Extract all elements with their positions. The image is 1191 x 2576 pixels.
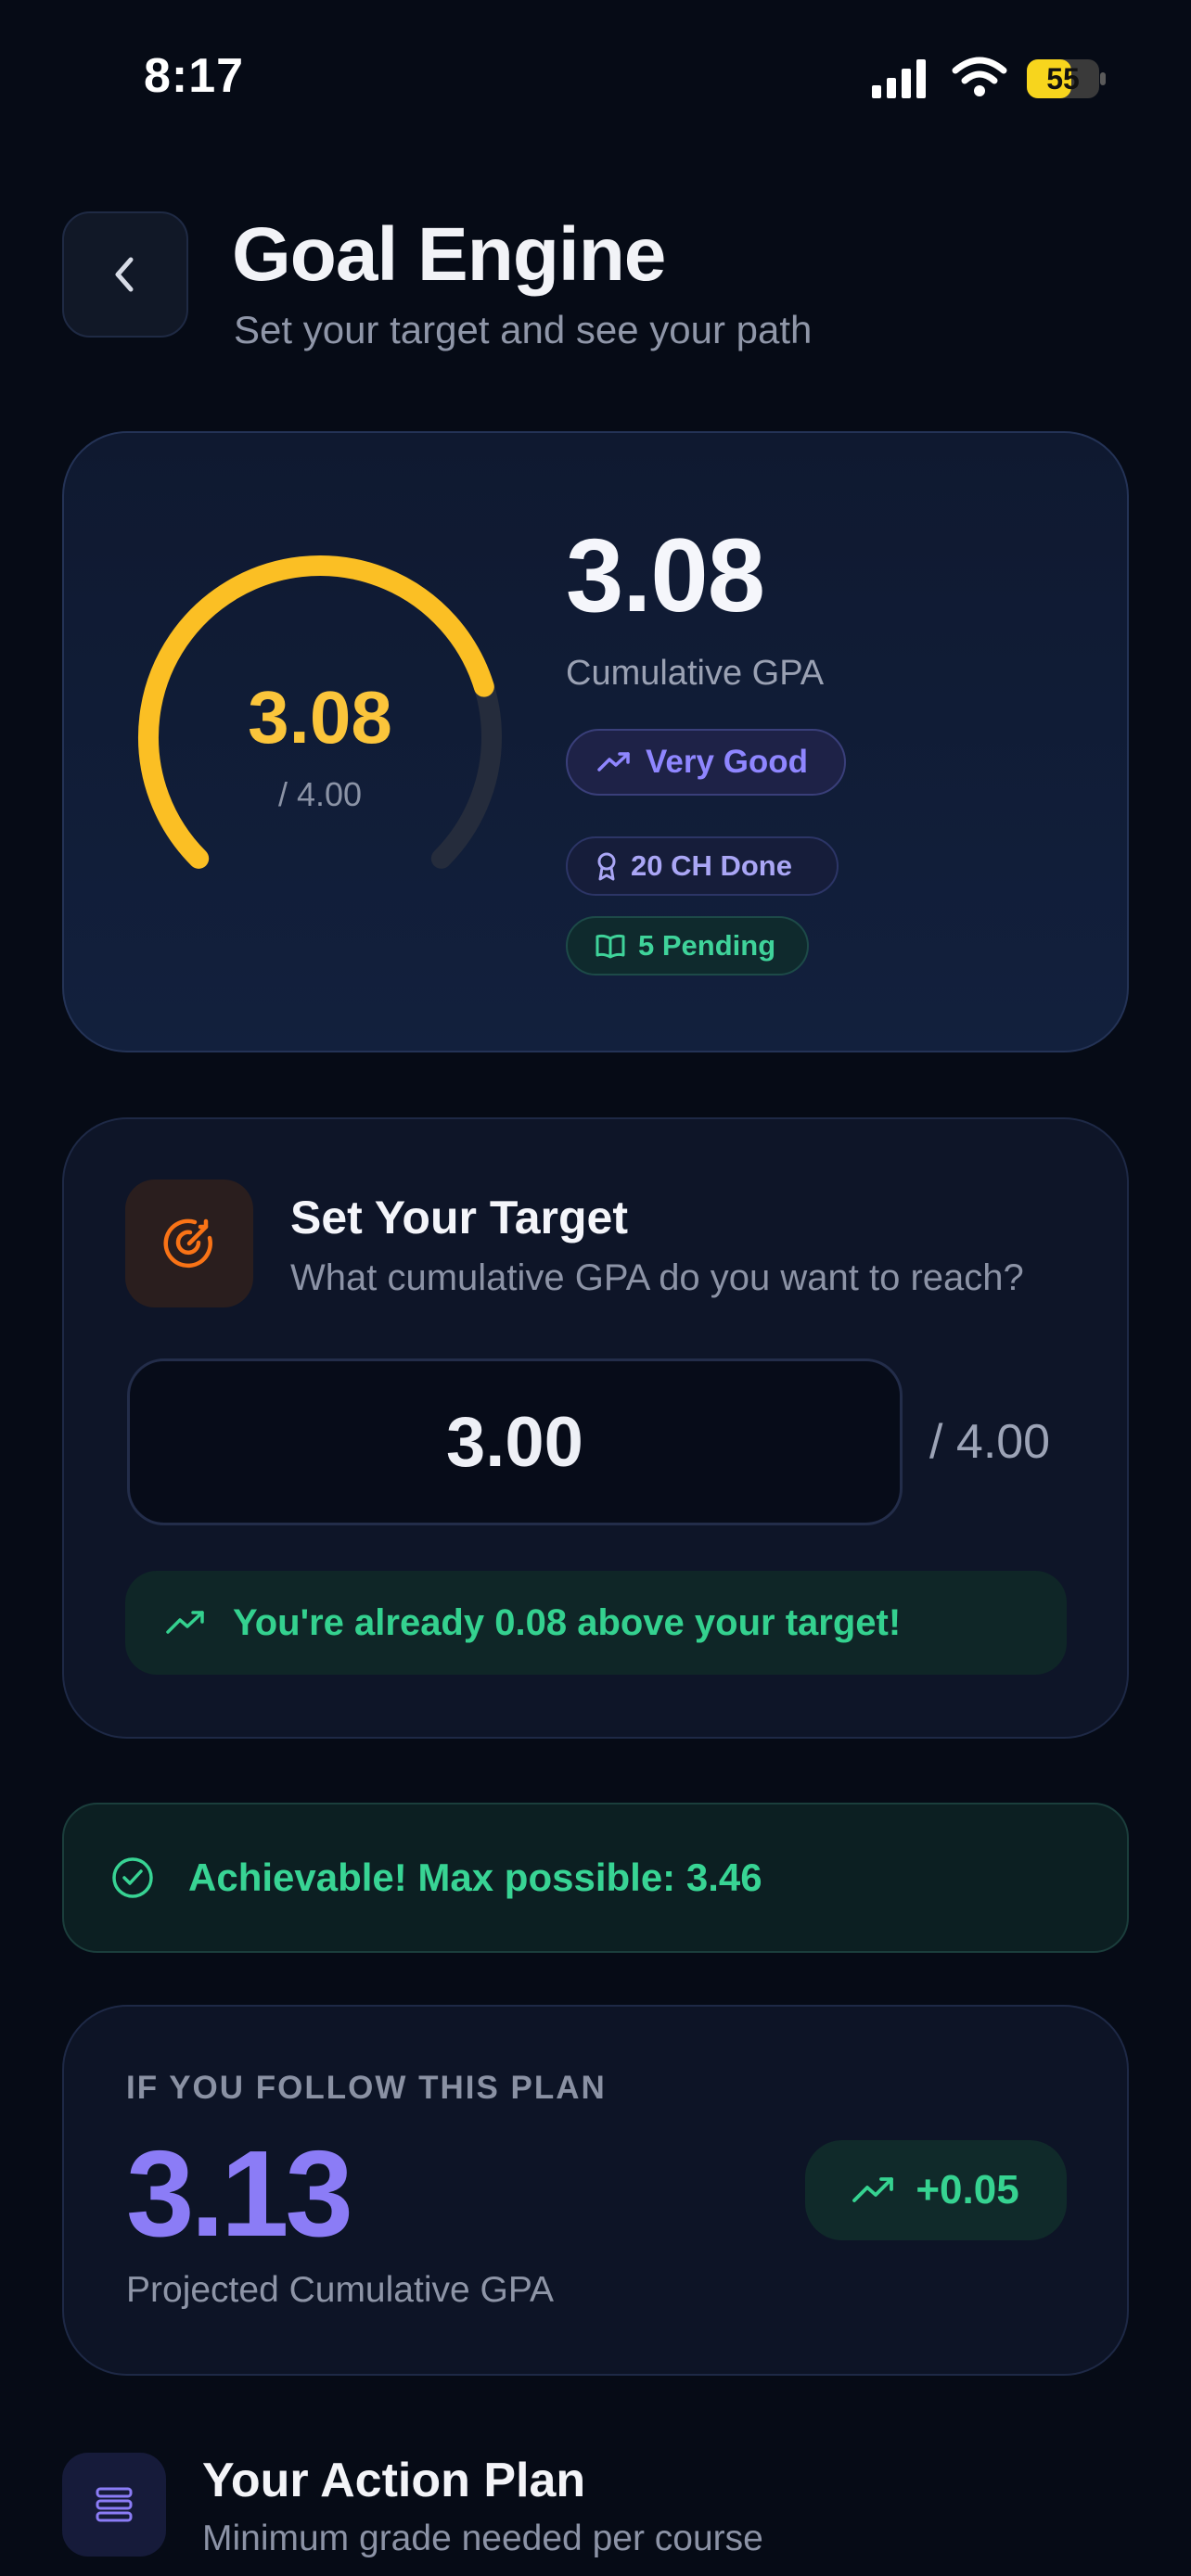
credit-hours-done-badge: 20 CH Done (566, 836, 839, 896)
back-button[interactable] (62, 211, 188, 338)
open-book-icon (596, 934, 625, 959)
achievable-banner: Achievable! Max possible: 3.46 (62, 1803, 1129, 1953)
chevron-left-icon (115, 257, 134, 292)
trending-up-icon (597, 752, 630, 772)
page-title: Goal Engine (232, 212, 666, 297)
target-icon-box (125, 1180, 253, 1307)
list-icon (96, 2487, 133, 2522)
check-circle-icon (112, 1857, 153, 1898)
target-max-label: / 4.00 (929, 1415, 1051, 1469)
gauge-max: / 4.00 (277, 775, 363, 813)
cellular-signal-icon (872, 59, 926, 98)
page-subtitle: Set your target and see your path (234, 308, 813, 351)
gpa-delta-value: +0.05 (916, 2167, 1019, 2213)
target-card-subtitle: What cumulative GPA do you want to reach… (290, 1257, 1024, 1298)
award-icon (597, 852, 616, 881)
gpa-delta-badge: +0.05 (805, 2140, 1067, 2240)
cumulative-gpa-value: 3.08 (566, 517, 765, 633)
credit-hours-done-label: 20 CH Done (631, 849, 792, 882)
action-plan-title: Your Action Plan (202, 2454, 586, 2507)
pending-courses-badge: 5 Pending (566, 916, 809, 976)
action-plan-icon-box (62, 2453, 166, 2557)
target-gpa-input[interactable]: 3.00 (127, 1358, 903, 1525)
plan-caption: IF YOU FOLLOW THIS PLAN (126, 2070, 607, 2106)
target-card-title: Set Your Target (290, 1192, 628, 1243)
pending-courses-label: 5 Pending (638, 929, 776, 962)
gauge-value: 3.08 (248, 676, 392, 759)
standing-badge: Very Good (566, 729, 846, 796)
achievable-text: Achievable! Max possible: 3.46 (188, 1855, 762, 1899)
wifi-icon (952, 57, 1007, 96)
trending-up-icon (852, 2177, 894, 2202)
target-status-text: You're already 0.08 above your target! (233, 1601, 902, 1643)
cumulative-gpa-label: Cumulative GPA (566, 654, 825, 693)
target-status-note: You're already 0.08 above your target! (125, 1571, 1067, 1675)
action-plan-subtitle: Minimum grade needed per course (202, 2519, 763, 2558)
projected-gpa-label: Projected Cumulative GPA (126, 2270, 554, 2310)
battery-level: 55 (1046, 61, 1080, 96)
status-time: 8:17 (144, 49, 245, 103)
standing-badge-label: Very Good (646, 744, 809, 780)
battery-icon: 55 (1026, 58, 1108, 99)
trending-up-icon (166, 1611, 204, 1634)
target-icon (163, 1218, 212, 1269)
projected-gpa-value: 3.13 (126, 2125, 353, 2262)
